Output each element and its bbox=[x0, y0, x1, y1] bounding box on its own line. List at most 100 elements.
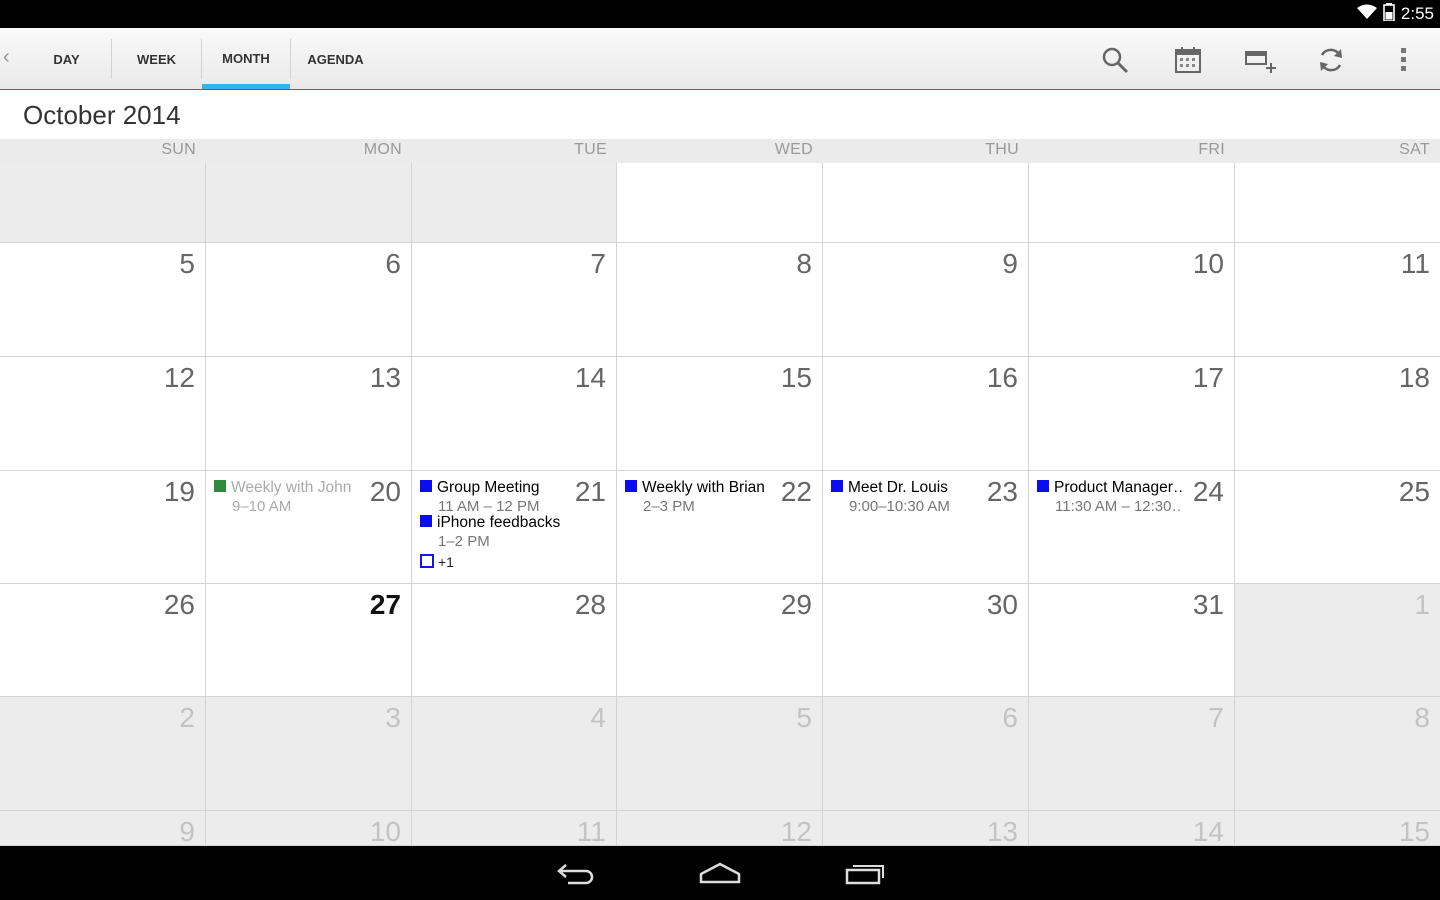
day-cell[interactable]: 10 bbox=[206, 811, 412, 847]
weekday-header: SUN MON TUE WED THU FRI SAT bbox=[0, 139, 1440, 163]
date-number: 31 bbox=[1192, 589, 1224, 620]
date-number: 13 bbox=[986, 816, 1018, 847]
date-number: 18 bbox=[1398, 362, 1430, 393]
day-cell[interactable]: 13 bbox=[823, 811, 1029, 847]
date-number: 19 bbox=[163, 476, 195, 507]
day-cell[interactable] bbox=[823, 163, 1029, 243]
day-cell[interactable]: 7 bbox=[412, 243, 617, 357]
day-cell[interactable]: 14 bbox=[412, 357, 617, 471]
day-cell[interactable]: 15 bbox=[1235, 811, 1440, 847]
day-cell[interactable]: 13 bbox=[206, 357, 412, 471]
day-cell[interactable]: 23 Meet Dr. Louis 9:00–10:30 AM bbox=[823, 471, 1029, 584]
day-cell[interactable]: 26 bbox=[0, 584, 206, 697]
day-cell[interactable] bbox=[0, 163, 206, 243]
day-cell[interactable]: 17 bbox=[1029, 357, 1235, 471]
day-cell[interactable]: 31 bbox=[1029, 584, 1235, 697]
day-cell[interactable]: 11 bbox=[412, 811, 617, 847]
event-color-icon bbox=[420, 480, 432, 492]
day-cell[interactable]: 1 bbox=[1235, 584, 1440, 697]
day-cell[interactable]: 25 bbox=[1235, 471, 1440, 584]
day-cell[interactable]: 8 bbox=[617, 243, 823, 357]
event-title: Meet Dr. Louis bbox=[848, 479, 948, 496]
day-cell[interactable]: 7 bbox=[1029, 697, 1235, 811]
day-cell[interactable]: 2 bbox=[0, 697, 206, 811]
date-number: 16 bbox=[986, 362, 1018, 393]
date-number: 6 bbox=[1002, 702, 1018, 733]
tab-day-label: DAY bbox=[53, 51, 80, 67]
tab-week[interactable]: WEEK bbox=[112, 39, 202, 79]
date-number: 26 bbox=[163, 589, 195, 620]
date-number: 14 bbox=[1192, 816, 1224, 847]
day-cell[interactable]: 3 bbox=[206, 697, 412, 811]
day-cell[interactable]: 18 bbox=[1235, 357, 1440, 471]
day-cell[interactable] bbox=[617, 163, 823, 243]
day-cell[interactable]: 9 bbox=[0, 811, 206, 847]
status-time: 2:55 bbox=[1400, 4, 1434, 23]
event-item[interactable]: Meet Dr. Louis 9:00–10:30 AM bbox=[831, 479, 977, 515]
battery-icon bbox=[1383, 2, 1395, 26]
new-event-icon[interactable] bbox=[1242, 42, 1278, 78]
date-number: 23 bbox=[986, 476, 1018, 507]
day-cell[interactable]: 30 bbox=[823, 584, 1029, 697]
date-number: 30 bbox=[986, 589, 1018, 620]
day-cell[interactable]: 24 Product Manager… 11:30 AM – 12:30… bbox=[1029, 471, 1235, 584]
day-cell[interactable]: 16 bbox=[823, 357, 1029, 471]
search-icon[interactable] bbox=[1097, 42, 1133, 78]
day-cell[interactable]: 5 bbox=[617, 697, 823, 811]
day-cell[interactable]: 9 bbox=[823, 243, 1029, 357]
tab-agenda[interactable]: AGENDA bbox=[290, 39, 380, 79]
day-cell[interactable]: 22 Weekly with Brian 2–3 PM bbox=[617, 471, 823, 584]
tab-month[interactable]: MONTH bbox=[202, 28, 290, 89]
event-color-icon bbox=[831, 480, 843, 492]
day-cell[interactable]: 14 bbox=[1029, 811, 1235, 847]
tab-day[interactable]: DAY bbox=[22, 39, 112, 79]
day-cell[interactable]: 8 bbox=[1235, 697, 1440, 811]
day-cell[interactable]: 15 bbox=[617, 357, 823, 471]
day-cell[interactable]: 6 bbox=[206, 243, 412, 357]
more-events-indicator[interactable]: +1 bbox=[420, 554, 454, 570]
day-cell[interactable]: 4 bbox=[412, 697, 617, 811]
date-number: 14 bbox=[574, 362, 606, 393]
day-cell[interactable]: 12 bbox=[0, 357, 206, 471]
day-cell[interactable] bbox=[206, 163, 412, 243]
day-cell[interactable]: 5 bbox=[0, 243, 206, 357]
recent-apps-nav-icon[interactable] bbox=[835, 858, 895, 888]
chevron-left-icon[interactable]: ‹ bbox=[3, 46, 10, 69]
event-item[interactable]: Weekly with John 9–10 AM bbox=[214, 479, 360, 515]
date-number: 7 bbox=[590, 248, 606, 279]
date-number: 21 bbox=[574, 476, 606, 507]
event-color-icon bbox=[420, 515, 432, 527]
date-number: 10 bbox=[1192, 248, 1224, 279]
refresh-icon[interactable] bbox=[1313, 42, 1349, 78]
event-item[interactable]: Product Manager… 11:30 AM – 12:30… bbox=[1037, 479, 1183, 515]
overflow-menu-icon[interactable] bbox=[1386, 42, 1422, 78]
event-item[interactable]: iPhone feedbacks 1–2 PM bbox=[420, 514, 565, 550]
event-item[interactable]: Group Meeting 11 AM – 12 PM bbox=[420, 479, 565, 515]
date-number: 15 bbox=[780, 362, 812, 393]
day-cell[interactable]: 11 bbox=[1235, 243, 1440, 357]
date-number: 28 bbox=[574, 589, 606, 620]
back-nav-icon[interactable] bbox=[546, 858, 606, 888]
day-cell[interactable]: 6 bbox=[823, 697, 1029, 811]
day-cell[interactable]: 21 Group Meeting 11 AM – 12 PM iPhone feedb… bbox=[412, 471, 617, 584]
wifi-icon bbox=[1356, 4, 1377, 25]
event-item[interactable]: Weekly with Brian 2–3 PM bbox=[625, 479, 771, 515]
day-cell[interactable] bbox=[1235, 163, 1440, 243]
date-number: 8 bbox=[796, 248, 812, 279]
date-number: 22 bbox=[780, 476, 812, 507]
day-cell[interactable]: 20 Weekly with John 9–10 AM bbox=[206, 471, 412, 584]
date-number: 12 bbox=[780, 816, 812, 847]
day-cell[interactable]: 10 bbox=[1029, 243, 1235, 357]
weekday-thu: THU bbox=[985, 141, 1019, 158]
day-cell[interactable]: 28 bbox=[412, 584, 617, 697]
day-cell[interactable]: 12 bbox=[617, 811, 823, 847]
day-cell[interactable]: 19 bbox=[0, 471, 206, 584]
date-number: 3 bbox=[385, 702, 401, 733]
day-cell[interactable]: 29 bbox=[617, 584, 823, 697]
calendar-today-icon[interactable] bbox=[1170, 42, 1206, 78]
home-nav-icon[interactable] bbox=[690, 858, 750, 888]
day-cell[interactable] bbox=[1029, 163, 1235, 243]
day-cell[interactable]: 27 bbox=[206, 584, 412, 697]
day-cell[interactable] bbox=[412, 163, 617, 243]
date-number: 17 bbox=[1192, 362, 1224, 393]
